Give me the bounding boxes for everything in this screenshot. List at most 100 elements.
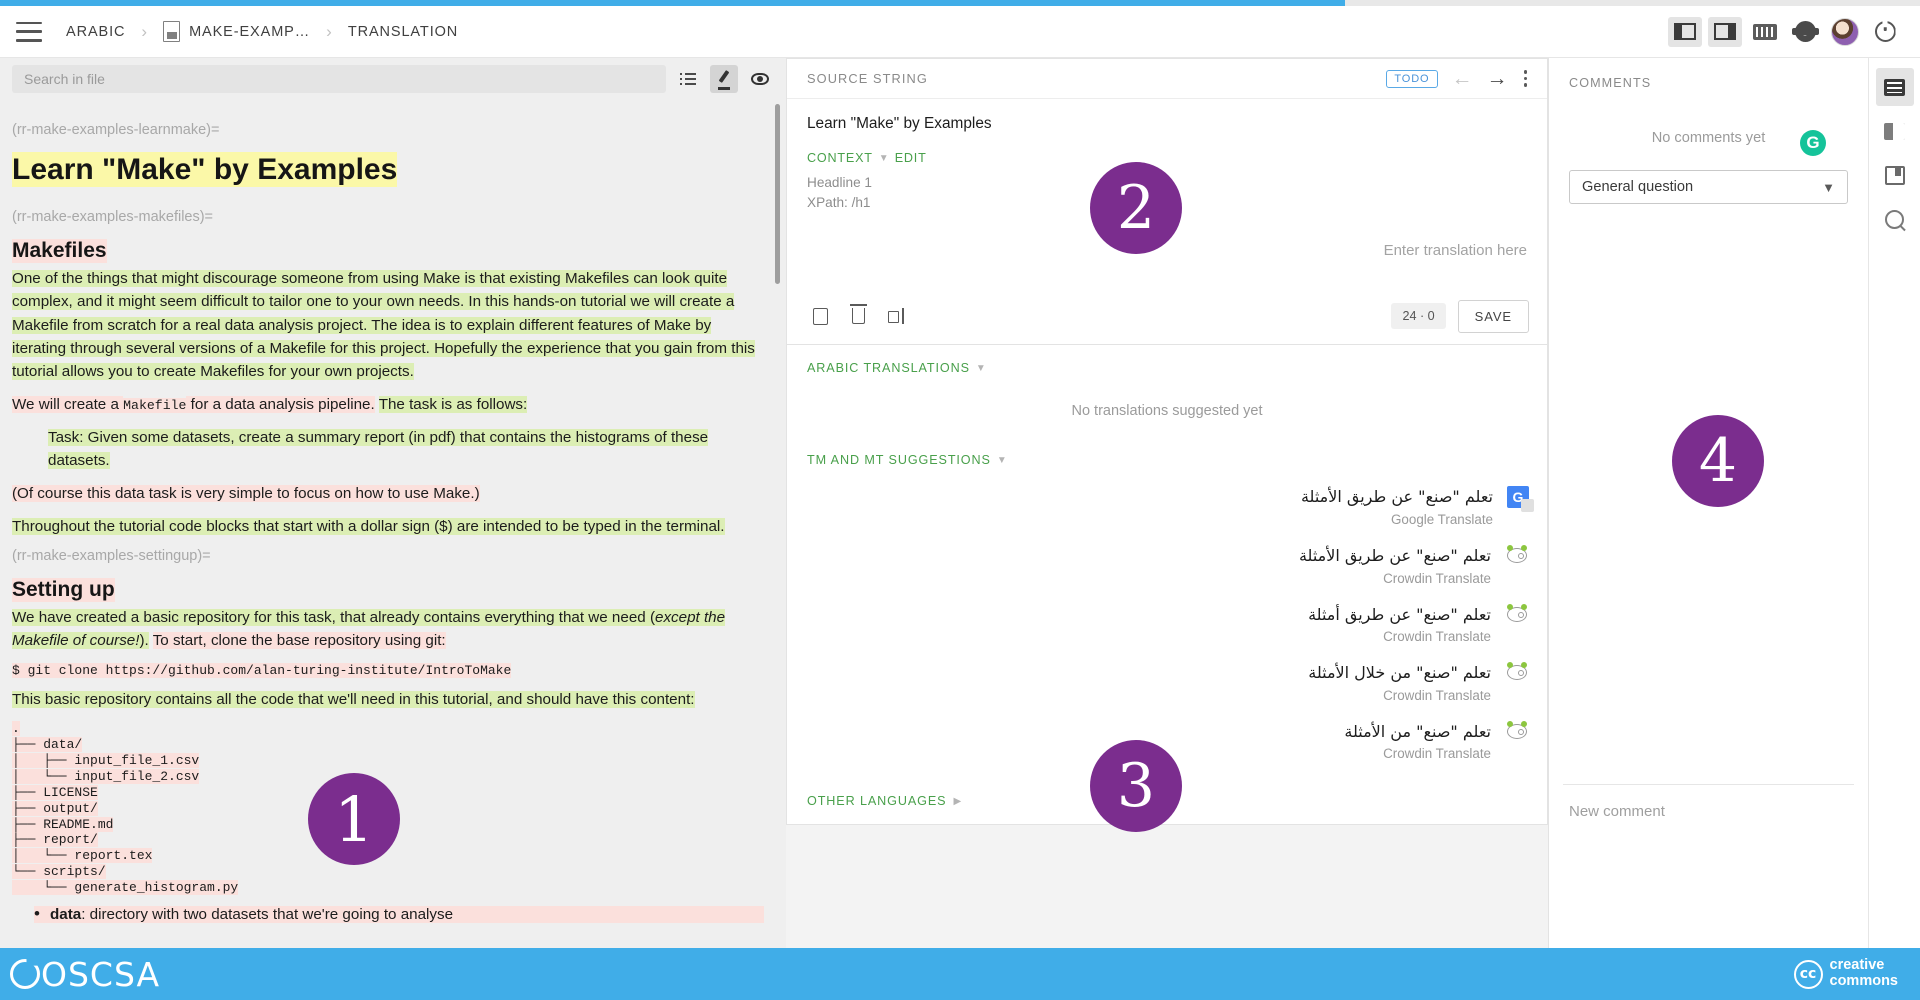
tm-suggestions-toggle[interactable]: TM AND MT SUGGESTIONS xyxy=(807,453,991,467)
grammarly-icon[interactable]: G xyxy=(1800,130,1826,156)
doc-paragraph-intro[interactable]: One of the things that might discourage … xyxy=(12,267,764,382)
cc-icon: cc xyxy=(1794,960,1823,989)
annotation-marker-3: 3 xyxy=(1090,740,1182,832)
hamburger-icon[interactable] xyxy=(16,22,42,42)
chevron-right-icon-2: › xyxy=(326,22,332,42)
comments-title: COMMENTS xyxy=(1549,58,1868,90)
doc-paragraph-dollar[interactable]: Throughout the tutorial code blocks that… xyxy=(12,515,764,538)
clear-icon[interactable] xyxy=(843,303,873,329)
suggestion-body: تعلم "صنع" عن طريق أمثلة Crowdin Transla… xyxy=(1308,604,1491,645)
comment-type-value: General question xyxy=(1582,179,1693,195)
other-languages-toggle[interactable]: OTHER LANGUAGES xyxy=(807,794,946,808)
chevron-down-icon: ▼ xyxy=(879,153,889,164)
suggestion-source: Crowdin Translate xyxy=(1308,629,1491,644)
crowdin-icon xyxy=(1505,604,1529,624)
list-item[interactable]: تعلم "صنع" من خلال الأمثلة Crowdin Trans… xyxy=(787,653,1547,712)
gear-icon[interactable] xyxy=(1788,17,1822,47)
suggestion-body: تعلم "صنع" عن طريق الأمثلة Crowdin Trans… xyxy=(1299,545,1491,586)
annotation-marker-1: 1 xyxy=(308,773,400,865)
copy-source-icon[interactable] xyxy=(805,303,835,329)
translation-input-card[interactable]: Enter translation here 24 · 0 SAVE xyxy=(786,228,1548,345)
source-string-value: Learn "Make" by Examples xyxy=(807,115,992,132)
app-header: ARABIC › MAKE-EXAMP… › TRANSLATION xyxy=(0,6,1920,58)
tm-suggestions-header: TM AND MT SUGGESTIONS ▼ xyxy=(787,437,1547,467)
doc-paragraph-note[interactable]: (Of course this data task is very simple… xyxy=(12,482,764,505)
list-item[interactable]: تعلم "صنع" عن طريق الأمثلة Crowdin Trans… xyxy=(787,536,1547,595)
arabic-translations-empty: No translations suggested yet xyxy=(787,375,1547,437)
doc-paragraph-content[interactable]: This basic repository contains all the c… xyxy=(12,688,764,711)
cc-label-line1: creative xyxy=(1830,957,1885,973)
document-icon[interactable] xyxy=(1876,112,1914,150)
comment-type-select[interactable]: General question ▼ xyxy=(1569,170,1848,204)
suggestion-body: تعلم "صنع" عن طريق الأمثلة Google Transl… xyxy=(1301,486,1493,527)
oscsa-logo-text: OSCSA xyxy=(41,955,160,994)
crowdin-icon xyxy=(1505,721,1529,741)
doc-paragraph-repo[interactable]: We have created a basic repository for t… xyxy=(12,606,764,652)
search-input[interactable] xyxy=(24,71,654,87)
doc-repo-c: To start, clone the base repository usin… xyxy=(153,632,446,649)
doc-task-block[interactable]: Task: Given some datasets, create a summ… xyxy=(48,426,764,472)
doc-bullet-data-label: data xyxy=(50,906,81,923)
doc-paragraph-pipeline[interactable]: We will create a Makefile for a data ana… xyxy=(12,393,764,416)
source-string-header: SOURCE STRING TODO ← → xyxy=(787,59,1547,99)
doc-code-clone[interactable]: $ git clone https://github.com/alan-turi… xyxy=(12,663,764,679)
layout-right-icon[interactable] xyxy=(1708,17,1742,47)
keyboard-icon[interactable] xyxy=(1748,17,1782,47)
save-button[interactable]: SAVE xyxy=(1458,300,1529,333)
doc-bullet-data[interactable]: data: directory with two datasets that w… xyxy=(34,906,764,923)
arabic-translations-header: ARABIC TRANSLATIONS ▼ xyxy=(787,345,1547,375)
source-string-text[interactable]: Learn "Make" by Examples xyxy=(787,99,1547,137)
chevron-down-icon-tm: ▼ xyxy=(997,455,1007,466)
preview-view-icon[interactable] xyxy=(746,65,774,93)
right-rail xyxy=(1868,58,1920,948)
new-comment-area: New comment xyxy=(1549,785,1868,948)
document-scrollbar[interactable] xyxy=(775,104,780,284)
source-string-label: SOURCE STRING xyxy=(807,71,928,86)
annotation-marker-4: 4 xyxy=(1672,415,1764,507)
context-toggle[interactable]: CONTEXT xyxy=(807,151,873,165)
list-item[interactable]: تعلم "صنع" عن طريق الأمثلة Google Transl… xyxy=(787,477,1547,536)
doc-heading-setting-up[interactable]: Setting up xyxy=(12,578,115,602)
doc-pipeline-a: We will create a xyxy=(12,396,123,413)
arabic-translations-toggle[interactable]: ARABIC TRANSLATIONS xyxy=(807,361,970,375)
list-item[interactable]: تعلم "صنع" عن طريق أمثلة Crowdin Transla… xyxy=(787,595,1547,654)
list-view-icon[interactable] xyxy=(674,65,702,93)
suggestion-text: تعلم "صنع" عن طريق أمثلة xyxy=(1308,604,1491,626)
layout-left-icon[interactable] xyxy=(1668,17,1702,47)
glossary-icon[interactable] xyxy=(1876,156,1914,194)
doc-heading-makefiles[interactable]: Makefiles xyxy=(12,239,107,263)
doc-code-clone-text: $ git clone https://github.com/alan-turi… xyxy=(12,663,511,678)
translation-toolbar: 24 · 0 SAVE xyxy=(787,288,1547,344)
breadcrumb: ARABIC › MAKE-EXAMP… › TRANSLATION xyxy=(66,21,458,42)
next-string-icon[interactable]: → xyxy=(1487,68,1508,89)
comments-icon[interactable] xyxy=(1876,68,1914,106)
suggestion-source: Crowdin Translate xyxy=(1344,746,1491,761)
edit-context-button[interactable]: EDIT xyxy=(895,151,927,165)
breadcrumb-item-translation[interactable]: TRANSLATION xyxy=(348,24,458,40)
doc-heading-1[interactable]: Learn "Make" by Examples xyxy=(12,152,397,187)
avatar[interactable] xyxy=(1828,17,1862,47)
doc-dollar-text: Throughout the tutorial code blocks that… xyxy=(12,518,725,535)
annotation-marker-2: 2 xyxy=(1090,162,1182,254)
doc-file-tree-text: . ├── data/ │ ├── input_file_1.csv │ └──… xyxy=(12,721,238,895)
search-icon[interactable] xyxy=(1876,200,1914,238)
new-comment-placeholder[interactable]: New comment xyxy=(1569,803,1848,820)
edit-view-icon[interactable] xyxy=(710,65,738,93)
doc-content-text: This basic repository contains all the c… xyxy=(12,691,695,708)
more-options-icon[interactable] xyxy=(1522,68,1530,89)
breadcrumb-item-file[interactable]: MAKE-EXAMP… xyxy=(163,21,310,42)
search-input-wrapper[interactable] xyxy=(12,65,666,93)
anchor-learnmake: (rr-make-examples-learnmake)= xyxy=(12,122,764,138)
anchor-makefiles: (rr-make-examples-makefiles)= xyxy=(12,209,764,225)
status-badge[interactable]: TODO xyxy=(1386,70,1437,88)
previous-string-icon[interactable]: ← xyxy=(1452,68,1473,89)
doc-pipeline-b: for a data analysis pipeline. xyxy=(186,396,374,413)
suggestion-text: تعلم "صنع" من خلال الأمثلة xyxy=(1308,662,1491,684)
power-icon[interactable] xyxy=(1868,17,1902,47)
split-icon[interactable] xyxy=(881,303,911,329)
doc-paragraph-intro-text: One of the things that might discourage … xyxy=(12,270,755,379)
google-translate-icon: G xyxy=(1507,486,1529,508)
breadcrumb-item-language[interactable]: ARABIC xyxy=(66,24,125,40)
file-icon xyxy=(163,21,180,42)
doc-repo-b: ). xyxy=(139,632,148,649)
